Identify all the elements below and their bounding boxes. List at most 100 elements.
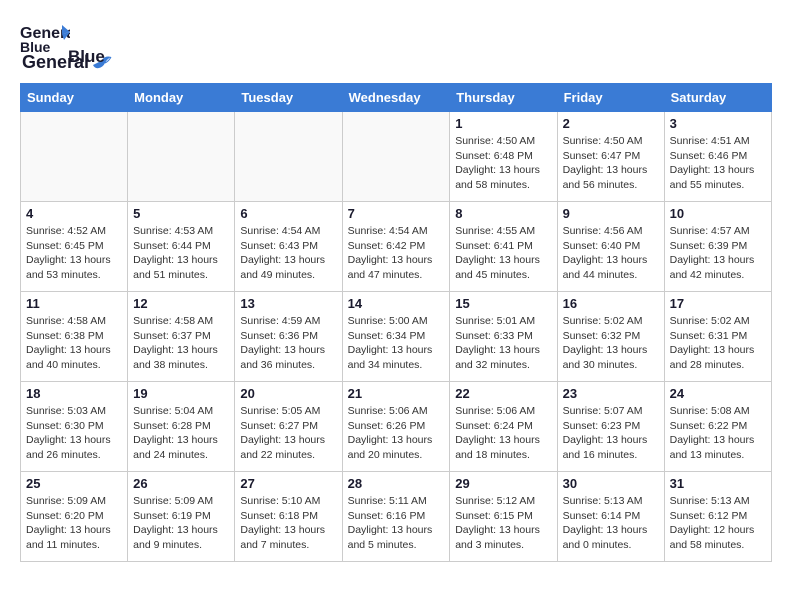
weekday-header-tuesday: Tuesday [235, 84, 342, 112]
calendar-cell: 1 Sunrise: 4:50 AM Sunset: 6:48 PM Daylig… [450, 112, 557, 202]
day-info: Sunrise: 5:11 AM Sunset: 6:16 PM Dayligh… [348, 494, 445, 553]
week-row-1: 1 Sunrise: 4:50 AM Sunset: 6:48 PM Daylig… [21, 112, 772, 202]
day-info: Sunrise: 5:09 AM Sunset: 6:20 PM Dayligh… [26, 494, 122, 553]
calendar-cell: 12Sunrise: 4:58 AM Sunset: 6:37 PM Dayli… [128, 292, 235, 382]
day-number: 1 [455, 116, 551, 131]
calendar-cell: 26 Sunrise: 5:09 AM Sunset: 6:19 PM Dayli… [128, 472, 235, 562]
day-info: Sunrise: 5:13 AM Sunset: 6:14 PM Dayligh… [563, 494, 659, 553]
day-number: 17 [670, 296, 766, 311]
day-info: Sunrise: 4:59 AM Sunset: 6:36 PM Dayligh… [240, 314, 336, 373]
calendar-table: SundayMondayTuesdayWednesdayThursdayFrid… [20, 83, 772, 562]
day-info: Sunrise: 5:02 AM Sunset: 6:32 PM Dayligh… [563, 314, 659, 373]
day-info: Sunrise: 5:03 AM Sunset: 6:30 PM Dayligh… [26, 404, 122, 463]
calendar-cell [342, 112, 450, 202]
calendar-cell: 11 Sunrise: 4:58 AM Sunset: 6:38 PM Dayli… [21, 292, 128, 382]
day-info: Sunrise: 5:05 AM Sunset: 6:27 PM Dayligh… [240, 404, 336, 463]
day-info: Sunrise: 5:01 AM Sunset: 6:33 PM Dayligh… [455, 314, 551, 373]
day-number: 9 [563, 206, 659, 221]
calendar-cell [235, 112, 342, 202]
weekday-header-monday: Monday [128, 84, 235, 112]
day-info: Sunrise: 5:07 AM Sunset: 6:23 PM Dayligh… [563, 404, 659, 463]
calendar-cell: 20 Sunrise: 5:05 AM Sunset: 6:27 PM Dayli… [235, 382, 342, 472]
day-info: Sunrise: 5:00 AM Sunset: 6:34 PM Dayligh… [348, 314, 445, 373]
day-number: 13 [240, 296, 336, 311]
day-info: Sunrise: 5:09 AM Sunset: 6:19 PM Dayligh… [133, 494, 229, 553]
day-number: 21 [348, 386, 445, 401]
week-row-4: 18 Sunrise: 5:03 AM Sunset: 6:30 PM Dayli… [21, 382, 772, 472]
calendar-cell: 15 Sunrise: 5:01 AM Sunset: 6:33 PM Dayli… [450, 292, 557, 382]
calendar-cell: 18 Sunrise: 5:03 AM Sunset: 6:30 PM Dayli… [21, 382, 128, 472]
day-number: 22 [455, 386, 551, 401]
day-number: 10 [670, 206, 766, 221]
day-number: 24 [670, 386, 766, 401]
day-info: Sunrise: 4:50 AM Sunset: 6:47 PM Dayligh… [563, 134, 659, 193]
day-number: 16 [563, 296, 659, 311]
calendar-cell: 4 Sunrise: 4:52 AM Sunset: 6:45 PM Daylig… [21, 202, 128, 292]
day-info: Sunrise: 5:02 AM Sunset: 6:31 PM Dayligh… [670, 314, 766, 373]
calendar-cell: 16 Sunrise: 5:02 AM Sunset: 6:32 PM Dayli… [557, 292, 664, 382]
day-number: 4 [26, 206, 122, 221]
day-info: Sunrise: 5:12 AM Sunset: 6:15 PM Dayligh… [455, 494, 551, 553]
day-number: 28 [348, 476, 445, 491]
calendar-cell: 17 Sunrise: 5:02 AM Sunset: 6:31 PM Dayli… [664, 292, 771, 382]
day-info: Sunrise: 4:52 AM Sunset: 6:45 PM Dayligh… [26, 224, 122, 283]
day-info: Sunrise: 4:58 AM Sunset: 6:38 PM Dayligh… [26, 314, 122, 373]
day-info: Sunrise: 5:10 AM Sunset: 6:18 PM Dayligh… [240, 494, 336, 553]
svg-text:Blue: Blue [20, 39, 51, 55]
logo-blue: Blue [68, 47, 105, 67]
day-info: Sunrise: 5:04 AM Sunset: 6:28 PM Dayligh… [133, 404, 229, 463]
day-number: 18 [26, 386, 122, 401]
day-info: Sunrise: 4:51 AM Sunset: 6:46 PM Dayligh… [670, 134, 766, 193]
calendar-cell [21, 112, 128, 202]
weekday-header-wednesday: Wednesday [342, 84, 450, 112]
calendar-cell: 27 Sunrise: 5:10 AM Sunset: 6:18 PM Dayli… [235, 472, 342, 562]
day-number: 19 [133, 386, 229, 401]
week-row-5: 25Sunrise: 5:09 AM Sunset: 6:20 PM Dayli… [21, 472, 772, 562]
calendar-cell: 3 Sunrise: 4:51 AM Sunset: 6:46 PM Daylig… [664, 112, 771, 202]
day-number: 31 [670, 476, 766, 491]
weekday-header-friday: Friday [557, 84, 664, 112]
day-info: Sunrise: 4:55 AM Sunset: 6:41 PM Dayligh… [455, 224, 551, 283]
day-number: 20 [240, 386, 336, 401]
calendar-cell: 8 Sunrise: 4:55 AM Sunset: 6:41 PM Daylig… [450, 202, 557, 292]
calendar-cell: 22Sunrise: 5:06 AM Sunset: 6:24 PM Dayli… [450, 382, 557, 472]
day-number: 30 [563, 476, 659, 491]
day-info: Sunrise: 4:53 AM Sunset: 6:44 PM Dayligh… [133, 224, 229, 283]
day-number: 12 [133, 296, 229, 311]
calendar-cell: 28 Sunrise: 5:11 AM Sunset: 6:16 PM Dayli… [342, 472, 450, 562]
day-info: Sunrise: 4:56 AM Sunset: 6:40 PM Dayligh… [563, 224, 659, 283]
week-row-2: 4 Sunrise: 4:52 AM Sunset: 6:45 PM Daylig… [21, 202, 772, 292]
calendar-cell: 9 Sunrise: 4:56 AM Sunset: 6:40 PM Daylig… [557, 202, 664, 292]
day-info: Sunrise: 4:54 AM Sunset: 6:42 PM Dayligh… [348, 224, 445, 283]
logo: General Blue General Blue [20, 20, 115, 67]
day-number: 27 [240, 476, 336, 491]
day-number: 5 [133, 206, 229, 221]
day-number: 11 [26, 296, 122, 311]
calendar-cell: 30 Sunrise: 5:13 AM Sunset: 6:14 PM Dayli… [557, 472, 664, 562]
calendar-cell: 5 Sunrise: 4:53 AM Sunset: 6:44 PM Daylig… [128, 202, 235, 292]
calendar-cell [128, 112, 235, 202]
day-number: 14 [348, 296, 445, 311]
calendar-cell: 24Sunrise: 5:08 AM Sunset: 6:22 PM Dayli… [664, 382, 771, 472]
day-info: Sunrise: 4:57 AM Sunset: 6:39 PM Dayligh… [670, 224, 766, 283]
day-info: Sunrise: 4:54 AM Sunset: 6:43 PM Dayligh… [240, 224, 336, 283]
day-number: 6 [240, 206, 336, 221]
day-info: Sunrise: 5:13 AM Sunset: 6:12 PM Dayligh… [670, 494, 766, 553]
day-number: 23 [563, 386, 659, 401]
day-number: 15 [455, 296, 551, 311]
day-number: 2 [563, 116, 659, 131]
calendar-cell: 10 Sunrise: 4:57 AM Sunset: 6:39 PM Dayli… [664, 202, 771, 292]
day-info: Sunrise: 4:50 AM Sunset: 6:48 PM Dayligh… [455, 134, 551, 193]
calendar-cell: 14 Sunrise: 5:00 AM Sunset: 6:34 PM Dayli… [342, 292, 450, 382]
calendar-header-row: SundayMondayTuesdayWednesdayThursdayFrid… [21, 84, 772, 112]
calendar-cell: 31 Sunrise: 5:13 AM Sunset: 6:12 PM Dayli… [664, 472, 771, 562]
day-info: Sunrise: 5:06 AM Sunset: 6:26 PM Dayligh… [348, 404, 445, 463]
day-number: 8 [455, 206, 551, 221]
weekday-header-saturday: Saturday [664, 84, 771, 112]
week-row-3: 11 Sunrise: 4:58 AM Sunset: 6:38 PM Dayli… [21, 292, 772, 382]
calendar-cell: 23 Sunrise: 5:07 AM Sunset: 6:23 PM Dayli… [557, 382, 664, 472]
calendar-cell: 2 Sunrise: 4:50 AM Sunset: 6:47 PM Daylig… [557, 112, 664, 202]
calendar-cell: 21 Sunrise: 5:06 AM Sunset: 6:26 PM Dayli… [342, 382, 450, 472]
day-number: 3 [670, 116, 766, 131]
day-number: 26 [133, 476, 229, 491]
